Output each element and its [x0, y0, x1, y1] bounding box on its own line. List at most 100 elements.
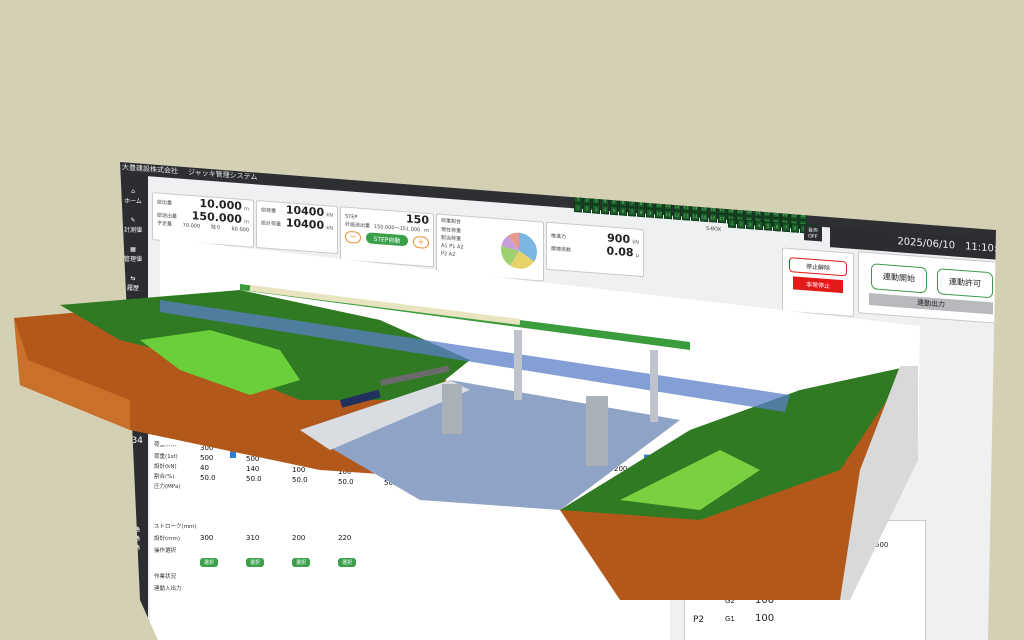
table-cell: 2000: [476, 461, 494, 470]
status-led: 17: [718, 213, 726, 224]
op-select-button[interactable]: 選択: [338, 558, 357, 567]
sidebar-item-maintenance[interactable]: ⚿ 保守: [127, 333, 139, 351]
table-cell: 500: [246, 455, 260, 464]
status-led: 13: [682, 211, 690, 221]
sidebar-item-settings[interactable]: ⚙ 設定: [127, 304, 139, 321]
table-cell: 200: [614, 454, 628, 463]
gear-icon: ⚙: [130, 304, 136, 311]
table-cell: 40: [200, 464, 209, 472]
step-auto-button[interactable]: STEP自動: [365, 232, 409, 247]
stop-panel: 停止解除 非常停止: [782, 247, 854, 317]
table-cell: 50.0: [338, 477, 354, 486]
sidebar-item-manage[interactable]: ▦ 管理値: [124, 246, 142, 263]
status-led: 3: [592, 204, 600, 214]
table-cell: 1000: [292, 446, 310, 455]
status-led: 7: [782, 222, 790, 233]
table-cell: 1500: [430, 450, 448, 458]
emergency-stop-indicator: 非常停止: [793, 276, 843, 294]
load-bar: [506, 439, 512, 466]
sidebar-item-home[interactable]: ⌂ ホーム: [124, 188, 142, 205]
table-cell: 140: [246, 465, 260, 474]
step-minus-button[interactable]: −: [345, 230, 361, 244]
table-cell: 2000: [522, 462, 540, 471]
stroke-value: 220: [338, 534, 352, 542]
load-card: 総荷重 10400 kN 設計荷重 10400 kN: [256, 199, 338, 255]
lock-icon: ⚿: [130, 333, 136, 340]
load-bar: [414, 436, 420, 463]
link-start-button[interactable]: 連動開始: [871, 263, 927, 294]
header-panels: 総出量 10.000 m 総送出量 150.000 m 予定量 70.000 残り 60.…: [150, 178, 996, 363]
status-led: 9: [646, 208, 654, 218]
table-cell: 100: [292, 466, 306, 475]
status-led: 6: [773, 221, 781, 232]
op-select-button[interactable]: 選択: [246, 558, 265, 567]
table-cell: 50.0: [476, 481, 492, 490]
table-cell: 1000: [338, 457, 356, 466]
load-bar: [368, 435, 374, 462]
status-led: 7: [628, 206, 636, 217]
step-plus-button[interactable]: +: [412, 235, 429, 249]
stroke-value: 200: [292, 534, 306, 542]
status-led: 10: [655, 208, 663, 219]
home-icon: ⌂: [131, 188, 135, 195]
status-led: 1: [728, 218, 736, 229]
travel-card: 総出量 10.000 m 総送出量 150.000 m 予定量 70.000 残り 60.…: [152, 192, 254, 248]
link-permit-button[interactable]: 連動許可: [937, 268, 993, 299]
status-led: 8: [791, 223, 799, 233]
table-cell: 300: [200, 444, 214, 452]
sidebar-big-value: 1234: [120, 436, 143, 446]
table-cell: 100: [522, 472, 536, 481]
table-cell: 50.0: [200, 474, 216, 482]
load-bar: [552, 440, 558, 467]
table-cell: 50.0: [522, 482, 538, 491]
status-led: 6: [619, 206, 627, 216]
link-panel: 連動開始 連動許可 連動出力: [858, 251, 996, 325]
sidebar: ⌂ ホーム ✎ 計測値 ▦ 管理値 ⇆ 履歴 ⚙ 設定 ⚿ 保守 1234 緑色 赤色 黄色: [120, 174, 148, 640]
table-cell: 50.0: [246, 475, 262, 484]
table-cell: 1500: [430, 460, 448, 468]
table-cell: 100: [476, 471, 490, 480]
force-card: 推進力 900 kN 摩擦係数 0.08 μ: [546, 221, 644, 278]
load-ratio-card: 荷重割合 現在荷重 割当荷重 A1 P1 A2 P2 A2: [436, 213, 544, 282]
sidebar-item-measure[interactable]: ✎ 計測値: [124, 217, 142, 234]
status-led: 2: [583, 203, 591, 214]
load-bar: [598, 441, 604, 468]
table-cell: 100: [338, 467, 352, 476]
table-cell: 50.0: [614, 484, 630, 493]
op-select-button[interactable]: 選択: [200, 558, 219, 567]
status-led: 5: [610, 205, 618, 216]
audio-toggle[interactable]: 音声 OFF: [804, 225, 823, 242]
sidebar-legend: 緑色 赤色 黄色: [122, 526, 140, 553]
table-cell: 2000: [476, 451, 494, 460]
ratio-legend: 現在荷重 割当荷重 A1 P1 A2 P2 A2: [441, 226, 464, 258]
table-cell: 50.0: [292, 476, 308, 485]
table-cell: 700: [246, 445, 260, 454]
table-cell: 1000: [292, 456, 310, 465]
load-bar: [460, 438, 466, 464]
transfer-icon: ⇆: [130, 275, 136, 282]
table-cell: 100: [430, 470, 444, 478]
table-cell: 1000: [338, 447, 356, 456]
sidebar-item-history[interactable]: ⇆ 履歴: [127, 275, 139, 292]
stroke-value: 300: [200, 534, 214, 542]
table-cell: 200: [568, 453, 582, 462]
status-led: 8: [637, 207, 645, 218]
table-cell: 100: [568, 473, 582, 482]
status-led: 12: [673, 210, 681, 220]
table-cell: 50.0: [430, 480, 446, 488]
table-cell: 1500: [384, 448, 402, 457]
table-cell: 50.0: [568, 483, 584, 492]
op-select-button[interactable]: 選択: [292, 558, 311, 567]
load-bar: [230, 432, 236, 458]
status-led: 3: [746, 219, 754, 230]
status-led: 14: [691, 211, 699, 222]
load-bar: [322, 434, 328, 461]
load-ratio-pie-chart: [501, 232, 537, 269]
status-led: 2: [737, 219, 745, 229]
table-cell: 1500: [384, 458, 402, 467]
app-title: ジャッキ管理システム: [188, 168, 258, 182]
table-cell: 2000: [522, 452, 540, 461]
building-icon: ▦: [130, 246, 136, 253]
terrain-left-front: [14, 318, 130, 430]
stop-release-button[interactable]: 停止解除: [789, 257, 847, 277]
